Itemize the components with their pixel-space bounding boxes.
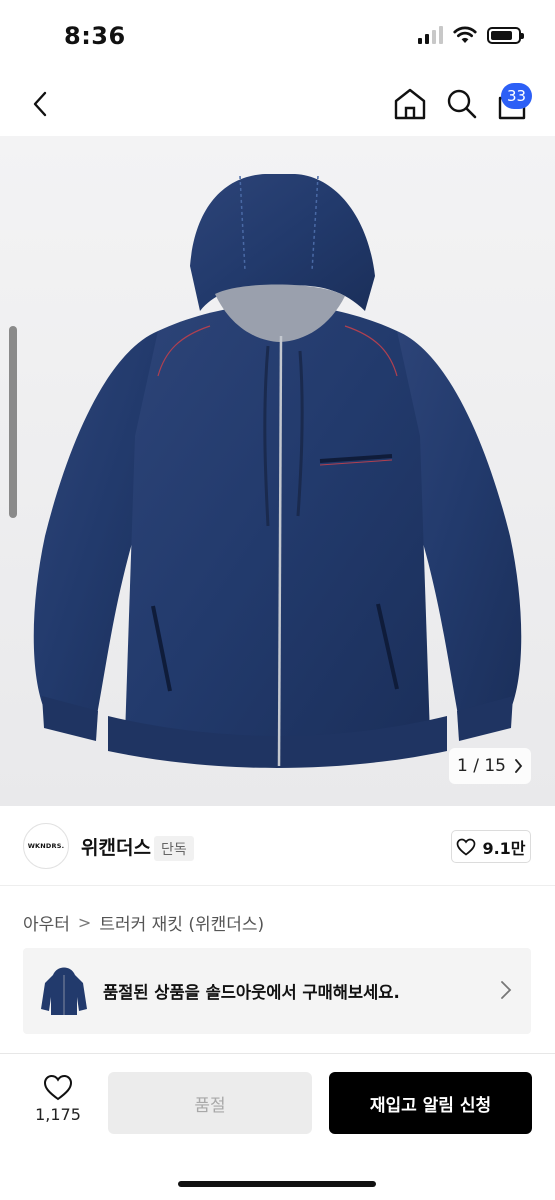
bottom-bar-divider	[0, 1053, 555, 1054]
battery-level	[491, 30, 512, 40]
battery-icon	[487, 26, 524, 44]
brand-like-count: 9.1만	[482, 838, 526, 858]
gallery-counter[interactable]: 1 / 15	[449, 748, 531, 784]
wishlist-button[interactable]: 1,175	[30, 1074, 86, 1134]
breadcrumb: 아우터 > 트러커 재킷 (위캔더스)	[23, 910, 264, 935]
status-bar: 8:36	[0, 0, 555, 72]
brand-like-button[interactable]: 9.1만	[451, 830, 531, 863]
product-image	[33, 174, 522, 768]
gallery-counter-text: 1 / 15	[456, 756, 506, 776]
status-icons	[418, 26, 524, 44]
back-button[interactable]	[22, 86, 58, 122]
banner-text: 품절된 상품을 솔드아웃에서 구매해보세요.	[103, 983, 400, 1002]
chevron-right-icon	[515, 759, 523, 773]
breadcrumb-category[interactable]: 아우터	[23, 910, 70, 935]
status-time: 8:36	[64, 22, 126, 50]
restock-alert-button[interactable]: 재입고 알림 신청	[329, 1072, 532, 1134]
brand-row: WKNDRS. 위캔더스 단독 9.1만	[0, 806, 555, 886]
search-button[interactable]	[444, 86, 480, 122]
soldout-button[interactable]: 품절	[108, 1072, 312, 1134]
chevron-right-icon	[501, 981, 512, 999]
home-icon	[394, 88, 426, 120]
wifi-icon	[453, 26, 477, 43]
wishlist-count: 1,175	[35, 1105, 81, 1124]
gallery-scroll-indicator[interactable]	[9, 326, 17, 518]
nav-bar	[0, 72, 555, 136]
breadcrumb-separator: >	[77, 913, 92, 932]
home-button[interactable]	[392, 86, 428, 122]
product-thumbnail	[41, 967, 87, 1015]
chevron-left-icon	[33, 91, 47, 117]
cellular-signal-icon	[418, 26, 443, 44]
cart-count-badge: 33	[501, 83, 532, 109]
heart-outline-icon	[43, 1074, 73, 1101]
search-icon	[447, 89, 477, 119]
product-image-gallery[interactable]	[0, 136, 555, 806]
brand-logo[interactable]: WKNDRS.	[23, 823, 69, 869]
brand-name[interactable]: 위캔더스	[81, 833, 151, 860]
breadcrumb-product: 트러커 재킷 (위캔더스)	[99, 915, 265, 935]
heart-outline-icon	[457, 838, 476, 856]
soldout-marketplace-banner[interactable]: 품절된 상품을 솔드아웃에서 구매해보세요.	[23, 948, 531, 1034]
home-indicator[interactable]	[178, 1181, 376, 1187]
exclusive-badge: 단독	[154, 836, 194, 861]
